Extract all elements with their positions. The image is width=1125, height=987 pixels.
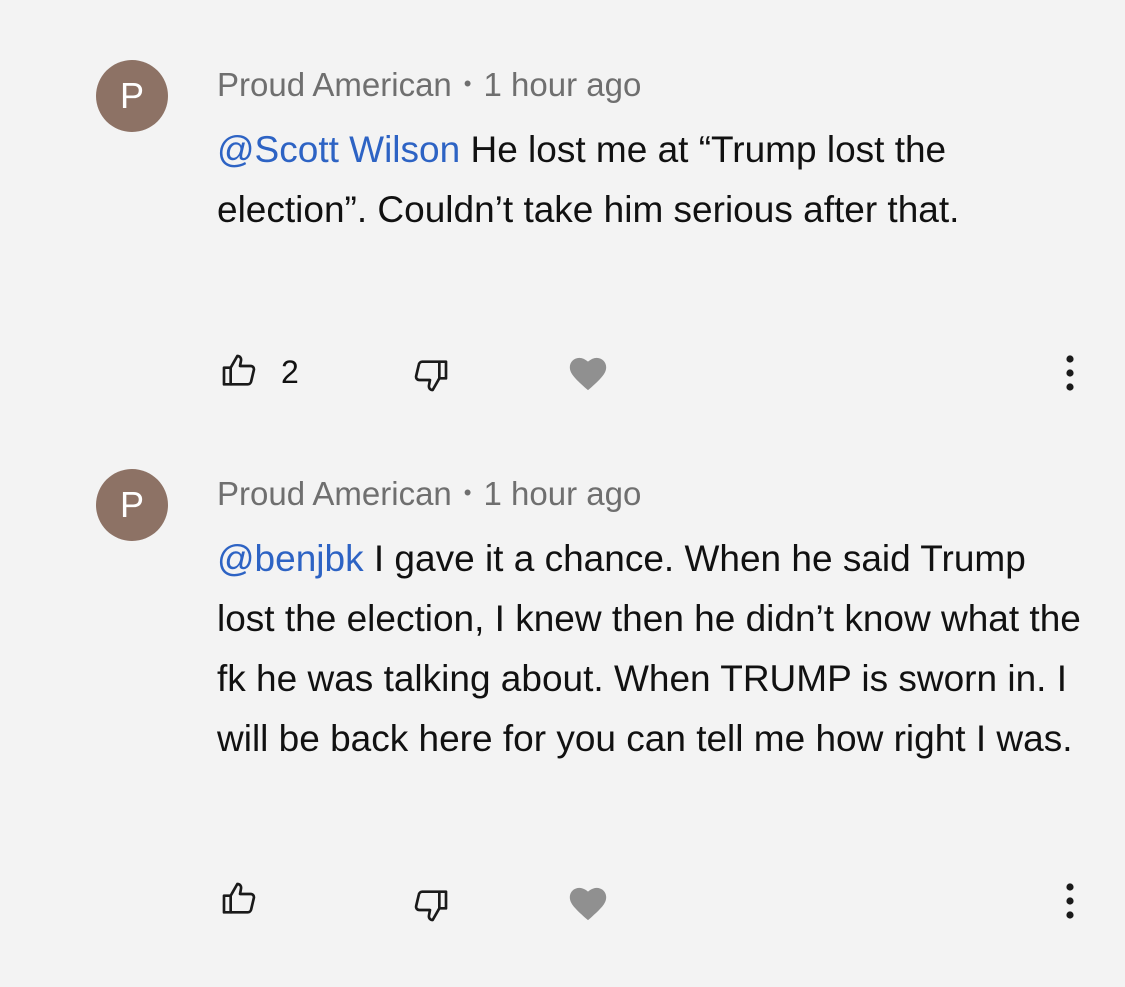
like-count: 2 [281,354,299,390]
heart-button[interactable] [564,880,612,924]
comment-text: @benjbk I gave it a chance. When he said… [217,529,1087,769]
heart-icon [569,357,607,391]
dislike-button[interactable] [408,882,454,928]
comment-meta: Proud American • 1 hour ago [217,473,641,514]
meta-separator: • [463,480,472,505]
comment-time: 1 hour ago [483,475,642,512]
thumbs-up-icon [222,882,256,914]
thumbs-down-icon [414,890,448,922]
comment-time: 1 hour ago [483,66,642,103]
heart-button[interactable] [564,350,612,394]
comment-meta: Proud American • 1 hour ago [217,64,641,105]
more-options-button[interactable] [1056,878,1084,924]
author-name[interactable]: Proud American [217,66,452,103]
like-button[interactable] [216,876,262,922]
mention-link[interactable]: @Scott Wilson [217,129,460,170]
comment-text: @Scott Wilson He lost me at “Trump lost … [217,120,1087,240]
avatar[interactable]: P [96,60,168,132]
thumbs-up-icon [222,354,256,386]
heart-icon [569,887,607,921]
avatar[interactable]: P [96,469,168,541]
dislike-button[interactable] [408,352,454,398]
more-vert-icon [1066,355,1074,391]
meta-separator: • [463,71,472,96]
more-vert-icon [1066,883,1074,919]
author-name[interactable]: Proud American [217,475,452,512]
mention-link[interactable]: @benjbk [217,538,364,579]
more-options-button[interactable] [1056,350,1084,396]
thumbs-down-icon [414,360,448,392]
like-button[interactable] [216,348,262,394]
